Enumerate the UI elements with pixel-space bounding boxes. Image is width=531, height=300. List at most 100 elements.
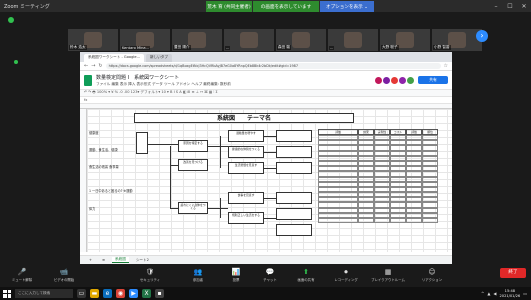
tree-node[interactable]: 原因を特定する — [178, 140, 208, 152]
tree-node[interactable]: 改善を見つける — [178, 159, 208, 171]
taskbar-search-field[interactable]: ここに入力して検索 — [15, 289, 73, 298]
menu-bar[interactable]: ファイル 編集 表示 挿入 表示形式 データ ツール アドオン ヘルプ 最終編集… — [96, 82, 371, 87]
browser-tab[interactable]: 新しいタブ — [146, 54, 172, 62]
tree-node[interactable]: 生活習慣を見直す — [228, 162, 264, 174]
sheets-logo-icon[interactable] — [84, 74, 92, 86]
network-icon[interactable]: ▲ — [487, 291, 490, 296]
view-options-button[interactable]: オプションを表示 ⌄ — [320, 1, 374, 12]
end-meeting-button[interactable]: 終了 — [500, 268, 526, 278]
browser-tab[interactable]: 系統図ワークシート - Google... — [84, 54, 145, 62]
avatar[interactable] — [391, 76, 398, 84]
chevron-up-icon[interactable]: ^ — [481, 291, 484, 296]
tree-node[interactable] — [276, 192, 312, 204]
table-cell[interactable] — [358, 218, 374, 224]
windows-start-icon[interactable] — [3, 289, 11, 298]
share-screen-button[interactable]: ⬆ 画面の共有 — [286, 267, 326, 282]
participant-tile[interactable]: 鈴木 浩太 — [68, 29, 118, 51]
control-label: リアクション — [421, 278, 443, 282]
tree-node[interactable]: 規則正しい生活をする — [228, 212, 264, 224]
reaction-icon: ☺ — [428, 268, 436, 276]
participant-tile[interactable]: 大野 聡子 — [380, 29, 430, 51]
file-explorer-icon[interactable]: ▬ — [90, 289, 99, 298]
participant-tile[interactable]: 豊田 陽介 — [172, 29, 222, 51]
table-cell[interactable] — [406, 218, 422, 224]
maximize-icon[interactable]: ☐ — [503, 3, 517, 10]
excel-icon[interactable]: X — [142, 289, 151, 298]
star-icon[interactable]: ☆ — [444, 63, 448, 69]
notification-icon[interactable]: ▭ — [523, 291, 527, 296]
avatar[interactable] — [407, 76, 414, 84]
forward-icon[interactable]: → — [91, 63, 95, 69]
table-cell[interactable] — [390, 218, 406, 224]
back-icon[interactable]: ← — [84, 63, 88, 69]
diagram-title[interactable]: 系統図 テーマ名 — [134, 113, 354, 123]
tree-node[interactable] — [276, 208, 312, 220]
spreadsheet-grid[interactable]: 系統図 テーマ名 健康度 運動、食生活、健康 食生活の改善 食事量 1 一日中あ… — [80, 104, 452, 252]
chrome-icon[interactable]: ◉ — [116, 289, 125, 298]
mute-button[interactable]: 🎤 ミュート解除 — [2, 267, 42, 282]
record-button[interactable]: ⏺ レコーディング — [326, 267, 366, 282]
add-sheet-button[interactable]: + — [86, 258, 95, 262]
collaborator-avatars — [375, 76, 414, 84]
tree-node[interactable]: 運動量を増やす — [228, 130, 264, 142]
connector-line — [208, 146, 228, 147]
participant-tile[interactable]: 森田 駿 — [276, 29, 326, 51]
sharing-status-banner: の画面を表示しています — [253, 1, 319, 12]
avatar[interactable] — [383, 76, 390, 84]
participant-name: 森田 駿 — [277, 45, 291, 50]
document-title[interactable]: 数量検定問題 Ⅰ 系統図ワークシート — [96, 74, 371, 81]
table-row[interactable] — [318, 218, 438, 224]
participants-button[interactable]: 👥 参加者 — [178, 267, 218, 282]
meeting-controls-bar: 🎤 ミュート解除 📹 ビデオの開始 🛡 セキュリティ 👥 参加者 📊 投票 💬 … — [0, 266, 531, 286]
participant-tile[interactable]: ... — [224, 29, 274, 51]
evaluation-table[interactable]: 評価 効果 実現性 コスト 評価 順位 — [318, 129, 438, 227]
sheet-tab[interactable]: シート2 — [133, 258, 152, 263]
app-icon[interactable]: ▪ — [155, 289, 164, 298]
row-label: 1 一日中あると困るの? ※運動 — [89, 189, 133, 193]
tree-node[interactable]: 食事を見直す — [228, 192, 264, 204]
share-button[interactable]: 共有 — [418, 76, 448, 84]
taskbar-clock[interactable]: 15:48 2021/01/26 — [500, 289, 521, 297]
tree-node[interactable] — [276, 146, 312, 158]
formula-bar[interactable]: fx — [80, 97, 452, 104]
tree-node[interactable] — [276, 224, 312, 236]
participant-video — [448, 32, 466, 48]
close-icon[interactable]: ✕ — [517, 3, 531, 10]
edge-browser-icon[interactable]: e — [103, 289, 112, 298]
participant-video — [188, 32, 206, 48]
all-sheets-button[interactable]: ≡ — [99, 258, 108, 262]
breakout-icon: ▦ — [384, 268, 392, 276]
tree-node[interactable]: 疲れにくい身体をつくる — [178, 202, 208, 214]
participant-tile[interactable]: Kentaro Mina... — [120, 29, 170, 51]
breakout-rooms-button[interactable]: ▦ ブレイクアウトルーム — [368, 267, 408, 282]
tree-node[interactable] — [276, 130, 312, 142]
url-field[interactable]: https://docs.google.com/spreadsheets/d/1… — [105, 63, 441, 69]
avatar[interactable] — [375, 76, 382, 84]
participant-tile[interactable]: ... — [328, 29, 378, 51]
next-page-arrow-icon[interactable]: › — [476, 30, 488, 42]
volume-icon[interactable]: ◀ — [493, 291, 496, 296]
view-options-label: オプションを表示 ⌄ — [325, 4, 369, 10]
tree-node[interactable] — [276, 162, 312, 174]
security-button[interactable]: 🛡 セキュリティ — [130, 267, 170, 282]
control-label: ビデオの開始 — [53, 278, 75, 282]
table-cell[interactable] — [318, 218, 358, 224]
table-cell[interactable] — [422, 218, 438, 224]
tree-node[interactable]: 健康的な体質をつくる — [228, 146, 264, 158]
table-cell[interactable] — [374, 218, 390, 224]
start-video-button[interactable]: 📹 ビデオの開始 — [44, 267, 84, 282]
sheet-tab[interactable]: 系統図 — [112, 257, 129, 263]
zoom-meeting-window: Zoom ミーティング – ☐ ✕ 荒木 育 (共同主催者) の画面を表示してい… — [0, 0, 531, 300]
task-view-icon[interactable]: ▭ — [77, 289, 86, 298]
browser-address-bar: ← → ↻ https://docs.google.com/spreadshee… — [80, 62, 452, 71]
minimize-icon[interactable]: – — [489, 3, 503, 10]
avatar[interactable] — [399, 76, 406, 84]
reactions-button[interactable]: ☺ リアクション — [412, 267, 452, 282]
reload-icon[interactable]: ↻ — [98, 63, 102, 69]
control-label: チャット — [263, 278, 277, 282]
zoom-app-icon[interactable]: ▶ — [129, 289, 138, 298]
sheets-toolbar[interactable]: ↶ ↷ 🖶 100% ▾ ¥ % .0 .00 123▾ デフォルト▾ 10 ▾… — [80, 89, 452, 97]
participant-tile[interactable]: 小野 智香 — [432, 29, 482, 51]
tree-node[interactable] — [136, 132, 148, 154]
chat-button[interactable]: 💬 チャット — [250, 267, 290, 282]
